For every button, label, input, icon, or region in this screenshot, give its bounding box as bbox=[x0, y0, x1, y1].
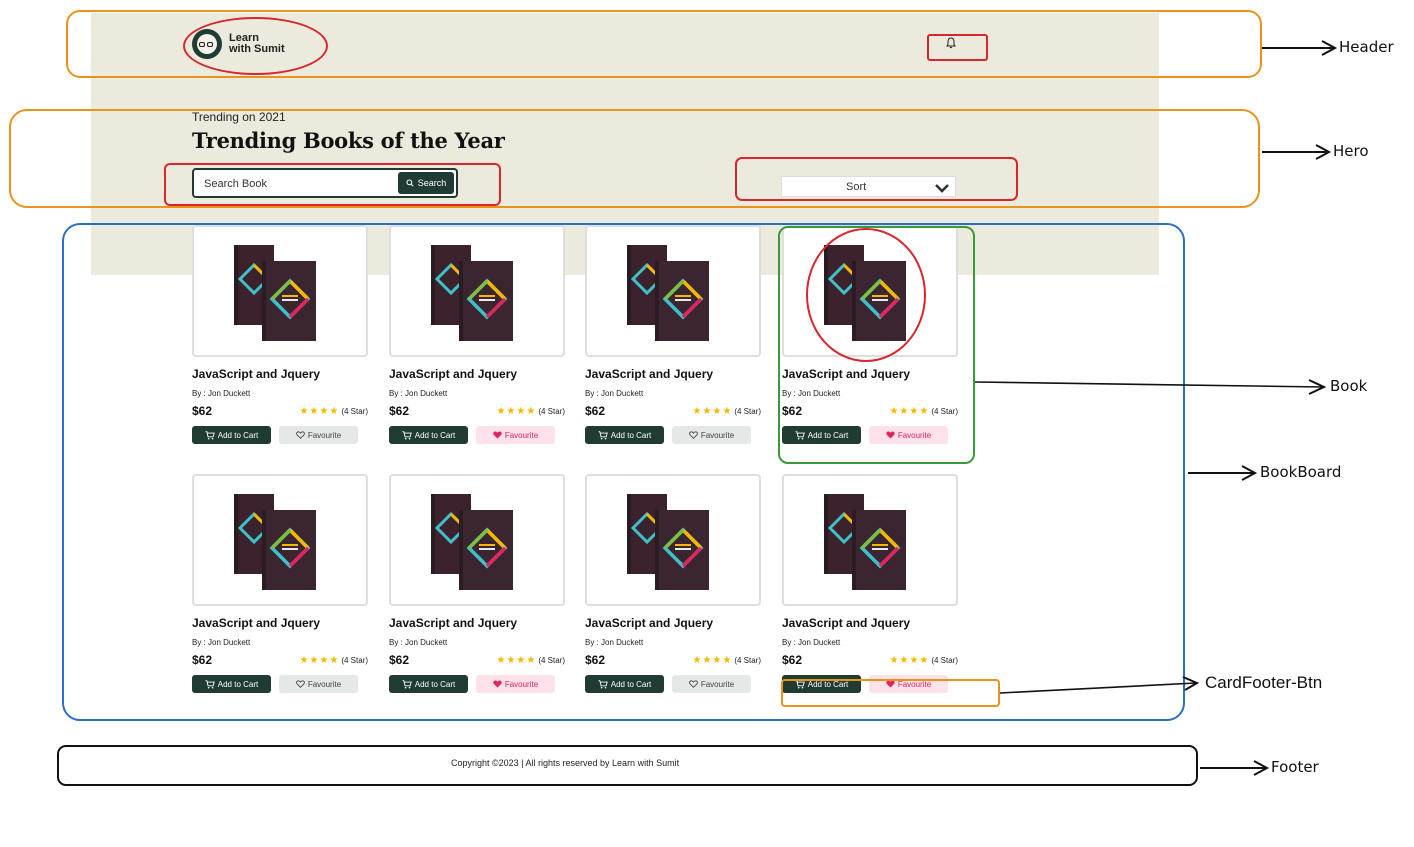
bell-annotation-box bbox=[927, 34, 988, 61]
search-annotation-box bbox=[164, 163, 501, 206]
header-arrow-icon bbox=[1262, 40, 1338, 56]
annotation-book-label: Book bbox=[1330, 377, 1368, 395]
cardfooter-annotation-box bbox=[781, 679, 1000, 707]
footer-annotation-box bbox=[57, 745, 1198, 786]
bookboard-arrow-icon bbox=[1188, 465, 1258, 481]
sort-annotation-box bbox=[735, 157, 1018, 201]
footer-arrow-icon bbox=[1200, 760, 1270, 776]
hero-arrow-icon bbox=[1262, 144, 1332, 160]
annotation-header-label: Header bbox=[1339, 38, 1394, 56]
book-image-annotation-ellipse bbox=[806, 228, 926, 362]
annotation-bookboard-label: BookBoard bbox=[1260, 463, 1342, 481]
annotation-hero-label: Hero bbox=[1333, 142, 1369, 160]
annotation-footer-label: Footer bbox=[1271, 758, 1319, 776]
bookboard-annotation-box bbox=[62, 223, 1185, 721]
cardfooter-arrow-icon bbox=[1000, 676, 1200, 694]
logo-annotation-ellipse bbox=[183, 17, 328, 75]
annotation-cardfooter-label: CardFooter-Btn bbox=[1205, 673, 1323, 692]
book-arrow-icon bbox=[975, 379, 1327, 395]
